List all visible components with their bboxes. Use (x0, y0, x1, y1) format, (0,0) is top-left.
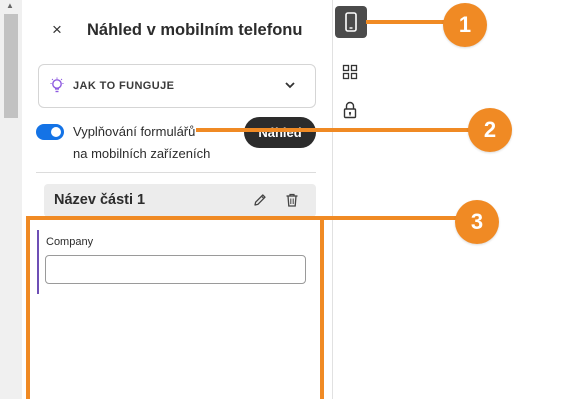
how-it-works-dropdown[interactable]: JAK TO FUNGUJE (38, 64, 316, 108)
chevron-down-icon (285, 82, 295, 89)
lightbulb-icon (50, 77, 64, 93)
company-field-label: Company (46, 236, 94, 248)
annotation-3-box-left (26, 216, 30, 399)
grid-icon[interactable] (342, 64, 358, 80)
preview-button[interactable]: Náhled (244, 117, 316, 148)
annotation-badge-2: 2 (468, 108, 512, 152)
lock-icon[interactable] (342, 101, 358, 119)
annotation-3-box-top (26, 216, 324, 220)
mobile-form-fill-label-line1: Vyplňování formulářů (73, 124, 196, 139)
field-focus-bar (37, 230, 39, 294)
mobile-form-fill-toggle[interactable] (36, 124, 64, 140)
scrollbar[interactable]: ▲ (0, 0, 22, 399)
panel-title: Náhled v mobilním telefonu (87, 21, 303, 39)
right-icon-rail (333, 0, 369, 399)
annotation-3-box-right (320, 216, 324, 399)
scrollbar-thumb[interactable] (4, 14, 18, 118)
annotation-badge-1: 1 (443, 3, 487, 47)
annotation-badge-3: 3 (455, 200, 499, 244)
how-it-works-label: JAK TO FUNGUJE (73, 80, 175, 92)
divider (36, 172, 316, 173)
close-icon[interactable]: × (52, 20, 62, 40)
annotation-1-line (366, 20, 446, 24)
company-input[interactable] (45, 255, 306, 284)
annotation-2-line (196, 128, 470, 132)
mobile-phone-icon (345, 12, 357, 32)
annotation-3-line (322, 216, 458, 220)
toggle-knob (51, 127, 61, 137)
section-header[interactable]: Název části 1 (44, 184, 316, 217)
mobile-form-fill-label-line2: na mobilních zařízeních (73, 146, 211, 161)
trash-icon[interactable] (284, 192, 300, 208)
section-title: Název části 1 (54, 192, 146, 208)
mobile-preview-rail-button[interactable] (335, 6, 367, 38)
pencil-icon[interactable] (252, 192, 268, 208)
scroll-up-arrow-icon[interactable]: ▲ (6, 2, 14, 10)
